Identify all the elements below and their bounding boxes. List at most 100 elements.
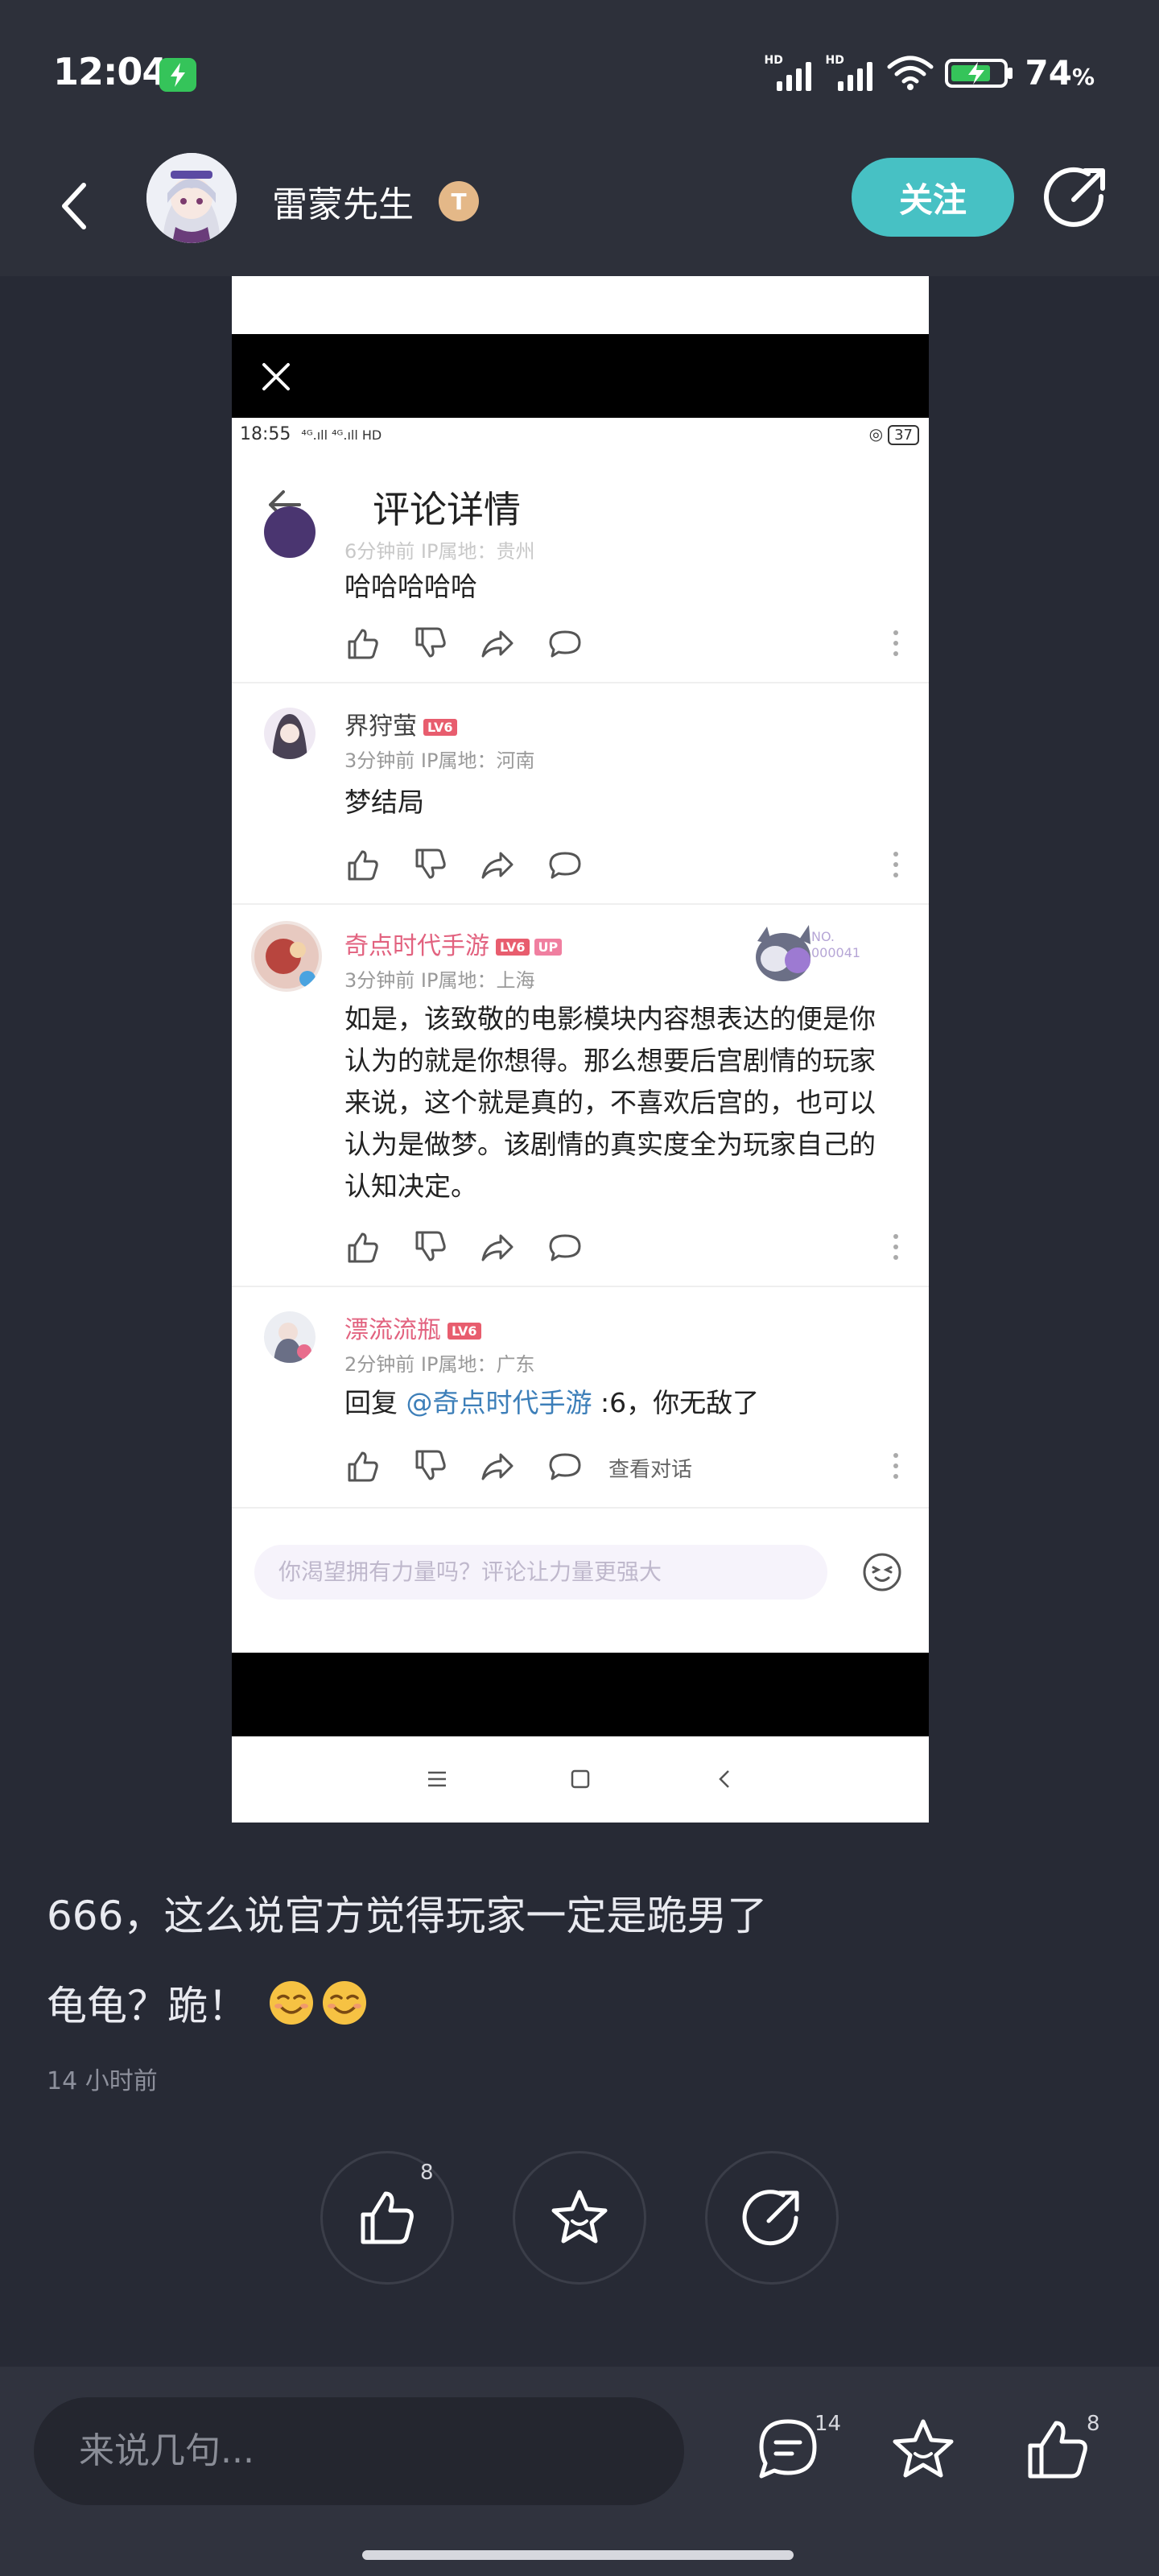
post-header: 雷蒙先生 T 关注 — [0, 145, 1159, 276]
back-chevron-icon — [719, 1770, 729, 1788]
comment-input[interactable]: 来说几句... — [34, 2397, 684, 2505]
reply-mention: @奇点时代手游 — [406, 1387, 592, 1418]
inner-status-right: ◎ 37 — [869, 424, 919, 445]
commenter-avatar — [264, 1311, 316, 1363]
thumbs-up-icon — [348, 850, 378, 881]
thumbs-up-icon — [361, 2191, 414, 2244]
post-timestamp: 14 小时前 — [47, 2067, 158, 2095]
more-icon — [893, 1453, 898, 1479]
thumbs-up-icon[interactable] — [1022, 2413, 1095, 2486]
author-name[interactable]: 雷蒙先生 — [272, 175, 414, 227]
battery-unit: % — [1071, 63, 1095, 90]
status-icons: HD HD 74% — [764, 52, 1095, 93]
comment-bubble-icon — [549, 1234, 581, 1261]
like-button[interactable] — [320, 2151, 454, 2285]
post-text-line1: 666，这么说官方觉得玩家一定是跪男了 — [47, 1893, 768, 1939]
bottom-action-bar: 来说几句... 14 8 — [0, 2367, 1159, 2576]
comment-bubble-icon — [549, 852, 581, 879]
thumbs-down-icon — [415, 1231, 446, 1261]
home-square-icon — [571, 1769, 590, 1789]
commenter-name: 漂流流瓶 LV6 — [344, 1310, 481, 1345]
forward-icon — [481, 630, 514, 658]
status-bar: 12:04 HD HD 74% — [0, 0, 1159, 145]
thumbs-up-icon — [348, 629, 378, 659]
reply-text: :6，你无敌了 — [592, 1387, 760, 1418]
comment-actions — [344, 625, 908, 664]
comment-text: 回复 @奇点时代手游 :6，你无敌了 — [344, 1382, 900, 1424]
status-time: 12:04 — [53, 50, 167, 93]
comment-meta: 3分钟前 IP属地：河南 — [344, 749, 535, 772]
favorite-button[interactable] — [513, 2151, 646, 2285]
post-text-line2: 龟龟？跪！ — [47, 1974, 369, 2032]
like-count: 8 — [420, 2161, 434, 2185]
battery-icon — [945, 59, 1013, 88]
thumbs-up-icon — [348, 1232, 378, 1263]
commenter-avatar — [251, 921, 322, 992]
forward-icon — [481, 1453, 514, 1480]
up-badge: UP — [534, 939, 563, 956]
avatar-image — [272, 714, 307, 759]
comment-bubble-icon — [549, 1453, 581, 1480]
commenter-name-text: 界狩萤 — [344, 712, 417, 741]
author-avatar[interactable] — [146, 153, 237, 243]
like-count: 8 — [1087, 2412, 1100, 2436]
back-button[interactable] — [50, 174, 98, 238]
level-badge: LV6 — [496, 939, 530, 956]
comment-text: 如是，该致敬的电影模块内容想表达的便是你认为的就是你想得。那么想要后宫剧情的玩家… — [344, 1003, 876, 1202]
share-button[interactable] — [705, 2151, 839, 2285]
post-image-screenshot[interactable]: 18:55 ⁴ᴳ.ıll ⁴ᴳ.ıll HD ◎ 37 评论详情 6分钟前 IP属… — [232, 276, 929, 1823]
comment-bubble-icon — [549, 630, 581, 658]
view-dialog-link: 查看对话 — [608, 1458, 693, 1482]
charging-icon — [159, 58, 196, 92]
comment-meta: 3分钟前 IP属地：上海 — [344, 969, 535, 992]
commenter-name-text: 漂流流瓶 — [344, 1316, 441, 1344]
level-badge: LV6 — [423, 719, 457, 736]
inner-status-icons: ⁴ᴳ.ıll ⁴ᴳ.ıll HD — [301, 427, 382, 443]
close-icon — [262, 363, 290, 390]
comment-meta: 2分钟前 IP属地：广东 — [344, 1353, 535, 1376]
comment-item: 界狩萤 LV6 3分钟前 IP属地：河南 梦结局 — [232, 683, 929, 905]
fan-number-value: 000041 — [811, 945, 861, 960]
comment-count: 14 — [815, 2412, 842, 2436]
comment-icon[interactable] — [752, 2413, 824, 2486]
inner-nav-bar — [232, 1736, 929, 1823]
commenter-name: 奇点时代手游 LV6 UP — [344, 926, 563, 961]
inner-battery: 37 — [888, 425, 919, 445]
comment-item: 奇点时代手游 LV6 UP 3分钟前 IP属地：上海 NO. 000041 如是，该致… — [232, 905, 929, 1287]
signal-icon: HD — [764, 54, 815, 91]
comment-actions — [344, 847, 908, 886]
commenter-name: 界狩萤 LV6 — [344, 706, 457, 741]
share-icon — [742, 2190, 799, 2246]
signal-icon: HD — [825, 54, 876, 91]
inner-status-time: 18:55 — [240, 424, 291, 444]
commenter-avatar — [264, 506, 316, 558]
follow-button[interactable]: 关注 — [852, 158, 1014, 237]
image-top-bar — [232, 334, 929, 418]
commenter-name-text: 奇点时代手游 — [344, 932, 489, 960]
battery-percent: 74% — [1025, 53, 1095, 93]
battery-value: 74 — [1025, 52, 1072, 93]
more-icon — [893, 1234, 898, 1260]
share-icon[interactable] — [1043, 164, 1109, 230]
comment-actions — [344, 1229, 908, 1268]
emoji-icon — [863, 1553, 901, 1591]
commenter-avatar — [264, 708, 316, 759]
avatar-image — [254, 924, 319, 989]
thumbs-down-icon — [415, 1450, 446, 1480]
comment-text: 哈哈哈哈哈 — [344, 571, 477, 602]
level-badge: LV6 — [448, 1323, 481, 1340]
inner-status-bar: 18:55 ⁴ᴳ.ıll ⁴ᴳ.ıll HD — [240, 424, 382, 444]
fan-label: NO. — [811, 929, 835, 944]
avatar-image — [274, 1323, 311, 1363]
star-icon[interactable] — [887, 2413, 959, 2486]
home-indicator[interactable] — [362, 2550, 794, 2560]
inner-comment-input: 你渴望拥有力量吗？评论让力量更强大 — [254, 1545, 827, 1600]
post-text-line2-text: 龟龟？跪！ — [47, 1983, 248, 2029]
more-icon — [893, 630, 898, 656]
author-level-badge: T — [439, 181, 479, 221]
comment-detail-page: 18:55 ⁴ᴳ.ıll ⁴ᴳ.ıll HD ◎ 37 评论详情 6分钟前 IP属… — [232, 418, 929, 1653]
image-bottom-bar — [232, 1653, 929, 1736]
menu-icon — [428, 1771, 446, 1787]
forward-icon — [481, 852, 514, 879]
comment-meta: 6分钟前 IP属地：贵州 — [344, 540, 535, 563]
